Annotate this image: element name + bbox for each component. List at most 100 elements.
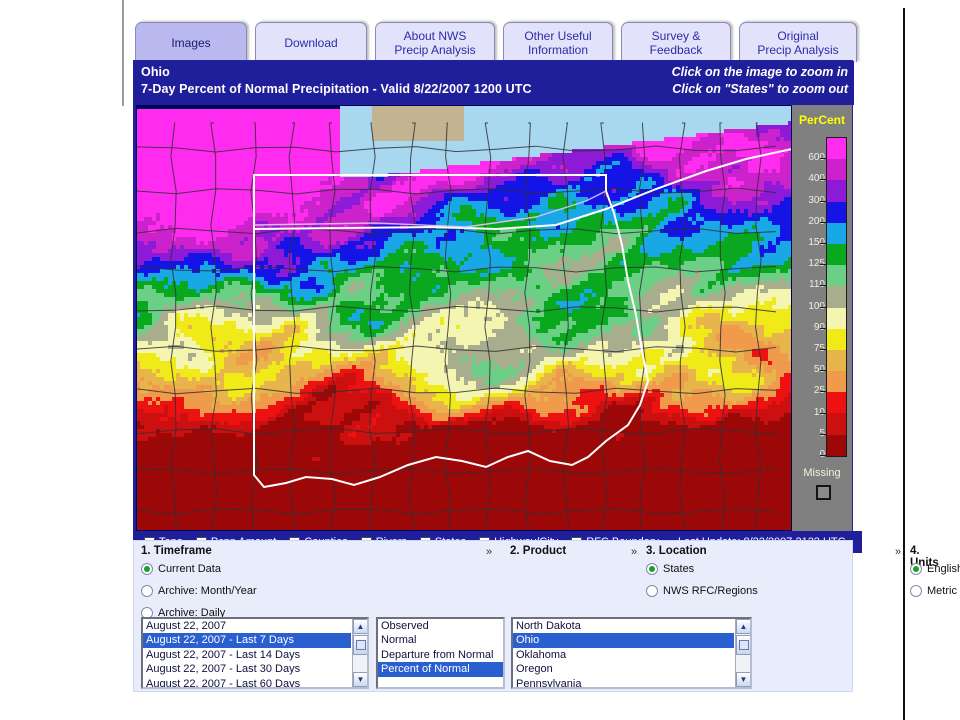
list-item[interactable]: North Dakota [513, 619, 734, 633]
scrollbar-thumb[interactable] [353, 635, 367, 655]
step3-heading: 3. Location [646, 545, 707, 557]
legend-swatch [827, 159, 846, 181]
list-item[interactable]: August 22, 2007 - Last 30 Days [143, 662, 351, 676]
legend-tick-mark [820, 285, 826, 287]
legend-tick-mark [820, 243, 826, 244]
radio-label: States [663, 563, 695, 575]
tab-images[interactable]: Images [135, 22, 247, 62]
radio-icon[interactable] [646, 585, 658, 597]
legend-swatch [827, 371, 846, 393]
legend-swatch [827, 392, 846, 414]
legend-swatch [827, 222, 846, 244]
precipitation-map[interactable] [136, 105, 792, 531]
legend-title: PerCent [798, 113, 845, 127]
list-item[interactable]: August 22, 2007 [143, 619, 351, 633]
list-item[interactable]: Normal [378, 633, 503, 647]
legend-swatch [827, 328, 846, 350]
legend-tick-mark [820, 349, 826, 350]
legend-tick-mark [820, 327, 826, 329]
legend-missing-swatch [816, 485, 831, 500]
radio-current-data[interactable]: Current Data [141, 563, 221, 575]
tab-survey-feedback[interactable]: Survey & Feedback [621, 22, 731, 62]
tab-label: Images [171, 35, 211, 50]
map-viewport[interactable]: PerCent 60040030020015012511010090755025… [136, 105, 852, 531]
scroll-down-icon[interactable]: ▼ [353, 672, 367, 687]
legend-swatch [827, 201, 846, 223]
legend-tick-mark [820, 412, 826, 414]
radio-english[interactable]: English [910, 563, 960, 575]
radio-icon[interactable] [910, 585, 922, 597]
right-edge-rule [903, 8, 905, 720]
product-listbox[interactable]: Observed Normal Departure from Normal Perce… [376, 617, 505, 689]
map-title-block: Ohio 7-Day Percent of Normal Precipitati… [141, 64, 532, 98]
list-item[interactable]: Ohio [513, 633, 734, 648]
timeframe-listbox[interactable]: August 22, 2007 August 22, 2007 - Last 7 … [141, 617, 369, 689]
legend-swatch [827, 138, 846, 160]
list-item[interactable]: Percent of Normal [378, 662, 503, 677]
scroll-down-icon[interactable]: ▼ [736, 672, 750, 687]
tab-label: Download [284, 35, 338, 50]
scrollbar[interactable]: ▲ ▼ [352, 619, 367, 687]
radio-icon[interactable] [910, 563, 922, 575]
map-region-label: Ohio [141, 65, 170, 79]
radio-metric[interactable]: Metric [910, 585, 957, 597]
legend-tick-mark [820, 221, 826, 223]
legend-tick-mark [820, 306, 826, 308]
list-item[interactable]: Pennsylvania [513, 677, 734, 687]
radio-label: Current Data [158, 563, 221, 575]
precip-raster [136, 105, 792, 531]
list-item[interactable]: August 22, 2007 - Last 7 Days [143, 633, 351, 648]
zoom-in-hint: Click on the image to zoom in [671, 65, 848, 79]
slide-canvas: Images Download About NWS Precip Analysis O… [0, 0, 960, 720]
list-item[interactable]: August 22, 2007 - Last 60 Days [143, 677, 351, 687]
radio-states[interactable]: States [646, 563, 694, 575]
legend-tick-mark [820, 370, 826, 372]
legend-swatch [827, 349, 846, 372]
list-item[interactable]: August 22, 2007 - Last 14 Days [143, 648, 351, 662]
radio-icon[interactable] [141, 563, 153, 575]
legend-tick-mark [820, 455, 826, 456]
legend-tick-mark [820, 179, 826, 181]
legend-swatch [827, 180, 846, 202]
list-item[interactable]: Oregon [513, 662, 734, 676]
chevron-1-icon: » [486, 546, 493, 558]
legend-swatch [827, 243, 846, 266]
tab-bar: Images Download About NWS Precip Analysis O… [135, 22, 857, 62]
zoom-hint-block: Click on the image to zoom in Click on "… [672, 64, 848, 98]
legend-tick-mark [820, 158, 826, 160]
location-listbox[interactable]: North Dakota Ohio Oklahoma Oregon Pennsylvan… [511, 617, 752, 689]
scroll-up-icon[interactable]: ▲ [353, 619, 367, 634]
radio-icon[interactable] [646, 563, 658, 575]
tab-about-nws-precip-analysis[interactable]: About NWS Precip Analysis [375, 22, 495, 62]
zoom-out-hint: Click on "States" to zoom out [672, 82, 848, 96]
control-panel: 1. Timeframe » 2. Product » 3. Location … [133, 540, 960, 692]
radio-archive-month-year[interactable]: Archive: Month/Year [141, 585, 257, 597]
chevron-2-icon: » [631, 546, 638, 558]
listbox-items: North Dakota Ohio Oklahoma Oregon Pennsylvan… [513, 619, 734, 687]
list-item[interactable]: Oklahoma [513, 648, 734, 662]
radio-label: Metric [927, 585, 957, 597]
tab-label: Other Useful Information [524, 28, 592, 57]
map-subtitle: 7-Day Percent of Normal Precipitation - … [141, 82, 532, 96]
radio-icon[interactable] [141, 585, 153, 597]
legend-missing-label: Missing [803, 467, 841, 479]
tab-other-useful-information[interactable]: Other Useful Information [503, 22, 613, 62]
step2-heading: 2. Product [510, 545, 567, 557]
radio-label: Archive: Month/Year [158, 585, 257, 597]
tab-download[interactable]: Download [255, 22, 367, 62]
legend-swatch [827, 434, 846, 456]
listbox-items: Observed Normal Departure from Normal Perce… [378, 619, 503, 687]
radio-label: NWS RFC/Regions [663, 585, 758, 597]
scrollbar-thumb[interactable] [736, 635, 750, 655]
scrollbar[interactable]: ▲ ▼ [735, 619, 750, 687]
list-item[interactable]: Observed [378, 619, 503, 633]
tab-original-precip-analysis[interactable]: Original Precip Analysis [739, 22, 857, 62]
scroll-up-icon[interactable]: ▲ [736, 619, 750, 634]
legend-swatch [827, 413, 846, 435]
legend-swatch [827, 286, 846, 308]
legend-tick-mark [820, 200, 826, 202]
listbox-items: August 22, 2007 August 22, 2007 - Last 7 … [143, 619, 351, 687]
radio-nws-rfc-regions[interactable]: NWS RFC/Regions [646, 585, 758, 597]
list-item[interactable]: Departure from Normal [378, 648, 503, 662]
legend-tick-mark [820, 433, 826, 435]
